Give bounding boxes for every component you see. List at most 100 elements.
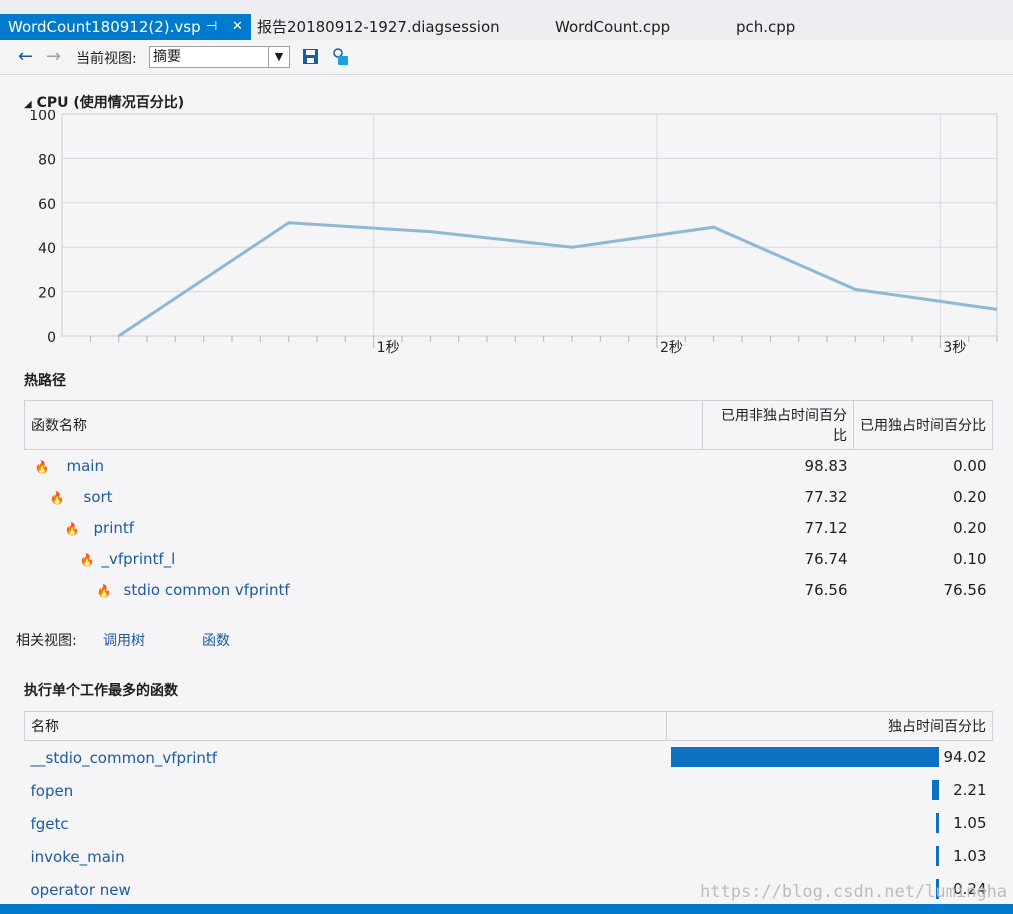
chart-grid [61,113,998,337]
call-tree-link[interactable]: 调用树 [103,630,145,650]
exclusive-value: 1.03 [953,847,987,865]
value-cell: 2.21 [667,774,993,807]
hot-path-icon: 🔥 [64,521,80,536]
y-axis-ticks: 100 80 60 40 20 0 [29,110,56,346]
column-header-inclusive[interactable]: 已用非独占时间百分比 [702,400,854,450]
current-view-select[interactable]: 摘要 ▼ [149,46,290,68]
back-arrow-icon[interactable]: ← [18,47,33,67]
function-link[interactable]: main [57,457,104,475]
close-icon[interactable]: ✕ [232,14,243,40]
function-link[interactable]: stdio common vfprintf [119,581,290,599]
most-work-table: 名称 独占时间百分比 __stdio_common_vfprintf 94.02 f… [23,711,993,906]
hot-path-icon: 🔥 [49,490,65,505]
status-bar [0,904,1013,914]
exclusive-value: 0.10 [953,549,987,568]
pin-icon[interactable]: ⊣ [206,14,217,40]
exclusive-bar [670,747,939,767]
exclusive-value: 0.20 [953,518,987,537]
cpu-section-header[interactable]: ◢ CPU (使用情况百分比) [24,92,184,112]
tab-wordcount-cpp[interactable]: WordCount.cpp [555,14,670,40]
most-work-row[interactable]: fgetc 1.05 [25,807,993,840]
exclusive-value: 1.05 [953,814,987,832]
y-tick-label: 100 [29,110,56,124]
y-tick-label: 20 [38,286,56,302]
name-cell: invoke_main [25,840,667,873]
cpu-usage-chart: 100 80 60 40 20 0 1秒 2秒 3秒 [29,110,998,356]
tab-label: pch.cpp [736,18,796,36]
value-cell: 1.03 [667,840,993,873]
inclusive-value: 76.56 [804,580,848,599]
related-views-label: 相关视图: [16,633,77,649]
hot-path-row[interactable]: 🔥 printf 77.12 0.20 [25,512,993,543]
exclusive-value: 0.20 [953,487,987,506]
y-tick-label: 80 [38,152,56,168]
hot-path-header-row: 函数名称 已用非独占时间百分比 已用独占时间百分比 [24,400,993,450]
functions-link[interactable]: 函数 [202,630,230,650]
y-tick-label: 40 [38,241,56,257]
y-tick-label: 60 [38,197,56,213]
function-link[interactable]: invoke_main [31,848,125,866]
hot-path-table: 函数名称 已用非独占时间百分比 已用独占时间百分比 🔥 main 98.83 0.… [24,400,993,605]
column-header-exclusive[interactable]: 已用独占时间百分比 [853,400,993,450]
hot-path-row[interactable]: 🔥 main 98.83 0.00 [25,450,993,482]
x-tick-label: 1秒 [377,340,400,356]
column-header-name[interactable]: 名称 [23,711,668,741]
exclusive-value: 76.56 [943,580,987,599]
hot-spot-icon: 🔥 [96,583,112,598]
tab-diagsession[interactable]: 报告20180912-1927.diagsession [257,14,500,40]
tab-bar: WordCount180912(2).vsp ⊣ ✕ 报告20180912-19… [0,0,1013,40]
tab-label: WordCount.cpp [555,18,671,36]
exclusive-value: 94.02 [943,748,987,766]
most-work-title: 执行单个工作最多的函数 [24,683,178,699]
y-tick-label: 0 [47,330,56,346]
inclusive-value: 77.12 [804,518,848,537]
name-cell: operator new [25,873,667,906]
function-link[interactable]: operator new [31,881,131,899]
current-view-label: 当前视图: [76,51,137,67]
tab-vsp-report[interactable]: WordCount180912(2).vsp ⊣ ✕ [0,14,251,40]
most-work-row[interactable]: invoke_main 1.03 [25,840,993,873]
hot-path-row[interactable]: 🔥 sort 77.32 0.20 [25,481,993,512]
forward-arrow-icon[interactable]: → [46,47,61,67]
hot-path-icon: 🔥 [79,552,95,567]
value-cell: 94.02 [667,741,993,775]
collapse-triangle-icon[interactable]: ◢ [24,99,32,110]
function-link[interactable]: fopen [31,782,74,800]
function-link[interactable]: _vfprintf_l [102,550,176,568]
export-icon[interactable] [332,48,350,66]
exclusive-bar [935,813,939,833]
x-tick-label: 3秒 [943,340,966,356]
name-cell: fopen [25,774,667,807]
function-link[interactable]: printf [87,519,135,537]
inclusive-value: 76.74 [804,549,848,568]
exclusive-bar [932,780,939,800]
function-link[interactable]: sort [72,488,113,506]
save-icon[interactable] [302,48,319,65]
tab-label: 报告20180912-1927.diagsession [257,18,500,36]
hot-path-title: 热路径 [24,373,66,389]
value-cell: 1.05 [667,807,993,840]
column-header-function-name[interactable]: 函数名称 [24,400,703,450]
watermark: https://blog.csdn.net/lumingha [700,882,1008,902]
most-work-header-row: 名称 独占时间百分比 [23,711,993,741]
x-tick-label: 2秒 [660,340,683,356]
exclusive-value: 2.21 [953,781,987,799]
name-cell: __stdio_common_vfprintf [25,741,667,775]
chevron-down-icon[interactable]: ▼ [268,47,289,67]
function-link[interactable]: __stdio_common_vfprintf [31,749,218,767]
related-views: 相关视图: 调用树 函数 [16,630,230,650]
most-work-row[interactable]: __stdio_common_vfprintf 94.02 [25,741,993,775]
most-work-row[interactable]: fopen 2.21 [25,774,993,807]
column-header-exclusive-pct[interactable]: 独占时间百分比 [666,711,993,741]
hot-path-row[interactable]: 🔥 stdio common vfprintf 76.56 76.56 [25,574,993,605]
inclusive-value: 98.83 [804,456,848,475]
hot-path-icon: 🔥 [34,459,50,474]
function-link[interactable]: fgetc [31,815,69,833]
exclusive-value: 0.00 [953,456,987,475]
name-cell: fgetc [25,807,667,840]
tab-pch-cpp[interactable]: pch.cpp [736,14,795,40]
cpu-section-title: CPU (使用情况百分比) [36,95,185,111]
hot-path-row[interactable]: 🔥 _vfprintf_l 76.74 0.10 [25,543,993,574]
inclusive-value: 77.32 [804,487,848,506]
x-axis-ticks: 1秒 2秒 3秒 [89,336,998,356]
